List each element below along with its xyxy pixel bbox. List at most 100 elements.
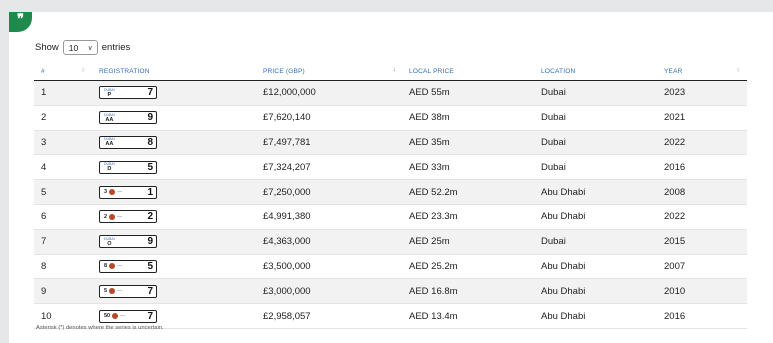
column-header-year[interactable]: YEAR ⇳ xyxy=(657,63,747,81)
entries-select[interactable]: 10 ∨ xyxy=(62,40,98,55)
top-bar xyxy=(0,0,773,12)
cell-rank: 4 xyxy=(34,154,92,181)
plate-number: 7 xyxy=(147,285,153,297)
cell-price-gbp: £7,497,781 xyxy=(256,130,402,156)
plate-image: 2—2 xyxy=(99,210,157,224)
cell-year: 2007 xyxy=(657,254,747,280)
plate-image: DUBAI P 7 xyxy=(99,86,157,100)
cell-registration: 2—2 xyxy=(92,204,256,230)
cell-rank: 9 xyxy=(34,278,92,305)
falcon-emblem-icon xyxy=(109,213,116,220)
falcon-emblem-icon xyxy=(112,313,119,320)
cell-price-gbp: £7,620,140 xyxy=(256,105,402,131)
falcon-emblem-icon xyxy=(109,288,116,295)
entries-select-value: 10 xyxy=(68,42,79,53)
plate-series: 3 xyxy=(104,189,108,196)
table-row: 6 2—2 £4,991,380 AED 23.3m Abu Dhabi 2022 xyxy=(34,204,747,230)
plates-table: # ⇳ REGISTRATION PRICE (GBP) ↓ LOCAL PRICE… xyxy=(34,63,747,329)
cell-local-price: AED 16.8m xyxy=(402,278,534,305)
cell-rank: 1 xyxy=(34,80,92,106)
table-row: 7 DUBAI O 9 £4,363,000 AED 25m Dubai 2015 xyxy=(34,229,747,255)
footnote: Asterisk (*) denotes where the series is… xyxy=(36,325,164,331)
cell-registration: DUBAI O 9 xyxy=(92,229,256,255)
cell-local-price: AED 35m xyxy=(402,130,534,156)
column-header-location[interactable]: LOCATION xyxy=(534,63,657,81)
cell-year: 2010 xyxy=(657,278,747,305)
plate-number: 9 xyxy=(147,236,153,248)
sort-icon: ⇳ xyxy=(735,68,741,74)
cell-local-price: AED 25m xyxy=(402,229,534,255)
plate-series: 2 xyxy=(104,213,108,220)
cell-registration: 3—1 xyxy=(92,179,256,205)
sort-icon: ⇳ xyxy=(80,68,86,74)
show-label: Show xyxy=(35,42,59,53)
cell-rank: 7 xyxy=(34,229,92,255)
table-row: 4 DUBAI D 5 £7,324,207 AED 33m Dubai 2016 xyxy=(34,154,747,181)
cell-year: 2022 xyxy=(657,130,747,156)
plate-number: 5 xyxy=(147,161,153,173)
cell-year: 2015 xyxy=(657,229,747,255)
plate-number: 7 xyxy=(147,87,153,99)
plate-series: 8 xyxy=(104,263,108,270)
cell-local-price: AED 23.3m xyxy=(402,204,534,230)
plate-series: 5 xyxy=(104,288,108,295)
plate-image: DUBAI AA 9 xyxy=(99,111,157,125)
cell-location: Abu Dhabi xyxy=(534,278,657,305)
cell-price-gbp: £12,000,000 xyxy=(256,80,402,106)
cell-year: 2023 xyxy=(657,80,747,106)
cell-year: 2008 xyxy=(657,179,747,205)
falcon-emblem-icon xyxy=(109,263,116,270)
cell-rank: 8 xyxy=(34,254,92,280)
table-row: 9 5—7 £3,000,000 AED 16.8m Abu Dhabi 2010 xyxy=(34,278,747,305)
plate-number: 8 xyxy=(147,136,153,148)
cell-registration: 8—5 xyxy=(92,254,256,280)
cell-local-price: AED 38m xyxy=(402,105,534,131)
cell-price-gbp: £7,250,000 xyxy=(256,179,402,205)
cell-rank: 3 xyxy=(34,130,92,156)
cell-rank: 5 xyxy=(34,179,92,205)
column-header-local-price[interactable]: LOCAL PRICE xyxy=(402,63,534,81)
cell-registration: DUBAI AA 9 xyxy=(92,105,256,131)
cell-year: 2016 xyxy=(657,154,747,181)
cell-price-gbp: £4,363,000 xyxy=(256,229,402,255)
cell-local-price: AED 52.2m xyxy=(402,179,534,205)
cell-location: Dubai xyxy=(534,154,657,181)
cell-local-price: AED 25.2m xyxy=(402,254,534,280)
plate-number: 7 xyxy=(147,310,153,322)
entries-length-control: Show 10 ∨ entries xyxy=(35,40,130,55)
table-header-row: # ⇳ REGISTRATION PRICE (GBP) ↓ LOCAL PRICE… xyxy=(34,63,747,81)
plate-image: DUBAI D 5 xyxy=(99,160,157,174)
table-row: 3 DUBAI AA 8 £7,497,781 AED 35m Dubai 2022 xyxy=(34,130,747,156)
cell-registration: DUBAI P 7 xyxy=(92,80,256,106)
plate-image: 3—1 xyxy=(99,185,157,199)
plate-series: O xyxy=(107,240,112,247)
column-header-rank[interactable]: # ⇳ xyxy=(34,63,92,81)
cell-local-price: AED 55m xyxy=(402,80,534,106)
chevron-down-icon: ∨ xyxy=(87,44,93,52)
cell-registration: DUBAI AA 8 xyxy=(92,130,256,156)
plate-series: D xyxy=(107,166,112,173)
plate-series: AA xyxy=(105,116,114,123)
column-header-registration[interactable]: REGISTRATION xyxy=(92,63,256,81)
cell-local-price: AED 13.4m xyxy=(402,303,534,329)
cell-price-gbp: £3,500,000 xyxy=(256,254,402,280)
cell-location: Abu Dhabi xyxy=(534,254,657,280)
plate-number: 1 xyxy=(147,186,153,198)
cell-location: Dubai xyxy=(534,105,657,131)
cell-rank: 6 xyxy=(34,204,92,230)
cell-price-gbp: £7,324,207 xyxy=(256,154,402,181)
plate-series: P xyxy=(107,91,112,98)
table-row: 5 3—1 £7,250,000 AED 52.2m Abu Dhabi 2008 xyxy=(34,179,747,205)
cell-price-gbp: £2,958,057 xyxy=(256,303,402,329)
plate-number: 5 xyxy=(147,260,153,272)
cell-location: Dubai xyxy=(534,130,657,156)
column-header-price-gbp[interactable]: PRICE (GBP) ↓ xyxy=(256,63,402,81)
falcon-emblem-icon xyxy=(109,189,116,196)
plate-image: 5—7 xyxy=(99,284,157,298)
sort-desc-icon: ↓ xyxy=(392,67,396,73)
table-row: 2 DUBAI AA 9 £7,620,140 AED 38m Dubai 2021 xyxy=(34,105,747,131)
plate-image: DUBAI AA 8 xyxy=(99,135,157,149)
cell-year: 2016 xyxy=(657,303,747,329)
cell-price-gbp: £3,000,000 xyxy=(256,278,402,305)
table-row: 8 8—5 £3,500,000 AED 25.2m Abu Dhabi 2007 xyxy=(34,254,747,280)
